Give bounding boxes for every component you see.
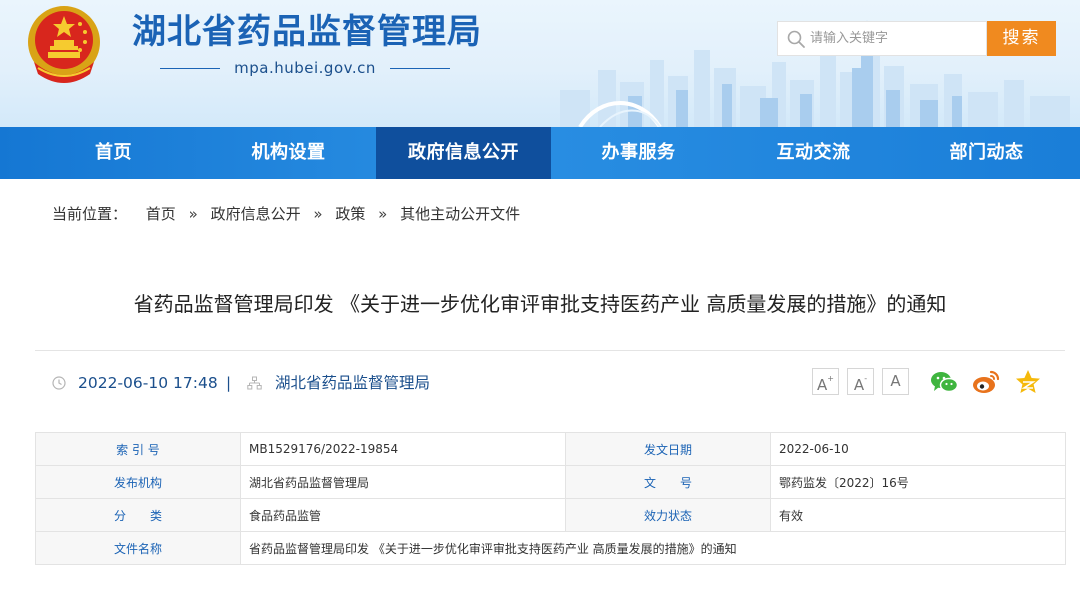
search-icon bbox=[787, 30, 805, 48]
table-row: 分 类 食品药品监管 效力状态 有效 bbox=[35, 498, 1066, 532]
main-nav: 首页 机构设置 政府信息公开 办事服务 互动交流 部门动态 bbox=[0, 127, 1080, 179]
nav-item-department-news[interactable]: 部门动态 bbox=[899, 127, 1074, 179]
organization-icon bbox=[247, 376, 262, 390]
table-value: MB1529176/2022-19854 bbox=[240, 432, 566, 466]
breadcrumb-item-policy[interactable]: 政策 bbox=[335, 203, 365, 225]
table-value: 鄂药监发〔2022〕16号 bbox=[770, 465, 1066, 499]
table-label: 文 号 bbox=[565, 465, 771, 499]
search-box bbox=[777, 21, 987, 56]
nav-item-interaction[interactable]: 互动交流 bbox=[726, 127, 901, 179]
font-size-increase-button[interactable]: A+ bbox=[812, 368, 839, 395]
weibo-icon[interactable] bbox=[971, 368, 1001, 396]
table-value: 食品药品监管 bbox=[240, 498, 566, 532]
meta-divider: | bbox=[226, 374, 232, 392]
nav-item-services[interactable]: 办事服务 bbox=[551, 127, 726, 179]
domain-text: mpa.hubei.gov.cn bbox=[234, 59, 376, 77]
breadcrumb-item-gov-info[interactable]: 政府信息公开 bbox=[211, 203, 301, 225]
breadcrumb-item-home[interactable]: 首页 bbox=[146, 203, 176, 225]
domain-divider-right bbox=[390, 68, 450, 69]
title-divider bbox=[35, 350, 1065, 351]
font-btn-label: A bbox=[817, 376, 828, 394]
breadcrumb: 当前位置： 首页 » 政府信息公开 » 政策 » 其他主动公开文件 bbox=[52, 203, 520, 225]
publish-source: 湖北省药品监督管理局 bbox=[275, 374, 431, 392]
search-input[interactable] bbox=[810, 22, 980, 55]
table-value: 有效 bbox=[770, 498, 1066, 532]
publish-datetime: 2022-06-10 17:48 bbox=[78, 374, 218, 392]
table-label: 发布机构 bbox=[35, 465, 241, 499]
font-btn-label: A bbox=[890, 372, 901, 390]
font-btn-label: A bbox=[853, 376, 865, 394]
domain-divider-left bbox=[160, 68, 220, 69]
breadcrumb-separator: » bbox=[188, 205, 198, 223]
table-label: 索 引 号 bbox=[35, 432, 241, 466]
table-value: 省药品监督管理局印发 《关于进一步优化审评审批支持医药产业 高质量发展的措施》的… bbox=[240, 531, 1066, 565]
table-row: 文件名称 省药品监督管理局印发 《关于进一步优化审评审批支持医药产业 高质量发展… bbox=[35, 531, 1066, 565]
breadcrumb-prefix: 当前位置： bbox=[52, 205, 128, 223]
header-banner: 湖北省药品监督管理局 mpa.hubei.gov.cn 搜索 bbox=[0, 0, 1080, 127]
breadcrumb-item-other-docs[interactable]: 其他主动公开文件 bbox=[400, 203, 520, 225]
site-title: 湖北省药品监督管理局 bbox=[132, 12, 482, 52]
table-row: 索 引 号 MB1529176/2022-19854 发文日期 2022-06-… bbox=[35, 432, 1066, 466]
search-button[interactable]: 搜索 bbox=[987, 21, 1056, 56]
nav-item-gov-info-disclosure[interactable]: 政府信息公开 bbox=[376, 127, 551, 179]
qzone-icon[interactable] bbox=[1013, 368, 1043, 396]
font-size-decrease-button[interactable]: A- bbox=[847, 368, 874, 395]
table-row: 发布机构 湖北省药品监督管理局 文 号 鄂药监发〔2022〕16号 bbox=[35, 465, 1066, 499]
table-value: 2022-06-10 bbox=[770, 432, 1066, 466]
breadcrumb-separator: » bbox=[313, 205, 323, 223]
national-emblem-icon bbox=[28, 6, 100, 83]
breadcrumb-separator: » bbox=[378, 205, 388, 223]
table-label: 效力状态 bbox=[565, 498, 771, 532]
document-info-table: 索 引 号 MB1529176/2022-19854 发文日期 2022-06-… bbox=[35, 432, 1066, 565]
table-value: 湖北省药品监督管理局 bbox=[240, 465, 566, 499]
table-label: 发文日期 bbox=[565, 432, 771, 466]
site-domain: mpa.hubei.gov.cn bbox=[160, 58, 450, 78]
table-label: 分 类 bbox=[35, 498, 241, 532]
font-size-reset-button[interactable]: A bbox=[882, 368, 909, 395]
table-label: 文件名称 bbox=[35, 531, 241, 565]
article-title: 省药品监督管理局印发 《关于进一步优化审评审批支持医药产业 高质量发展的措施》的… bbox=[133, 292, 947, 316]
nav-item-organization[interactable]: 机构设置 bbox=[201, 127, 376, 179]
wechat-icon[interactable] bbox=[929, 368, 959, 396]
nav-item-home[interactable]: 首页 bbox=[26, 127, 201, 179]
clock-icon bbox=[52, 376, 66, 390]
